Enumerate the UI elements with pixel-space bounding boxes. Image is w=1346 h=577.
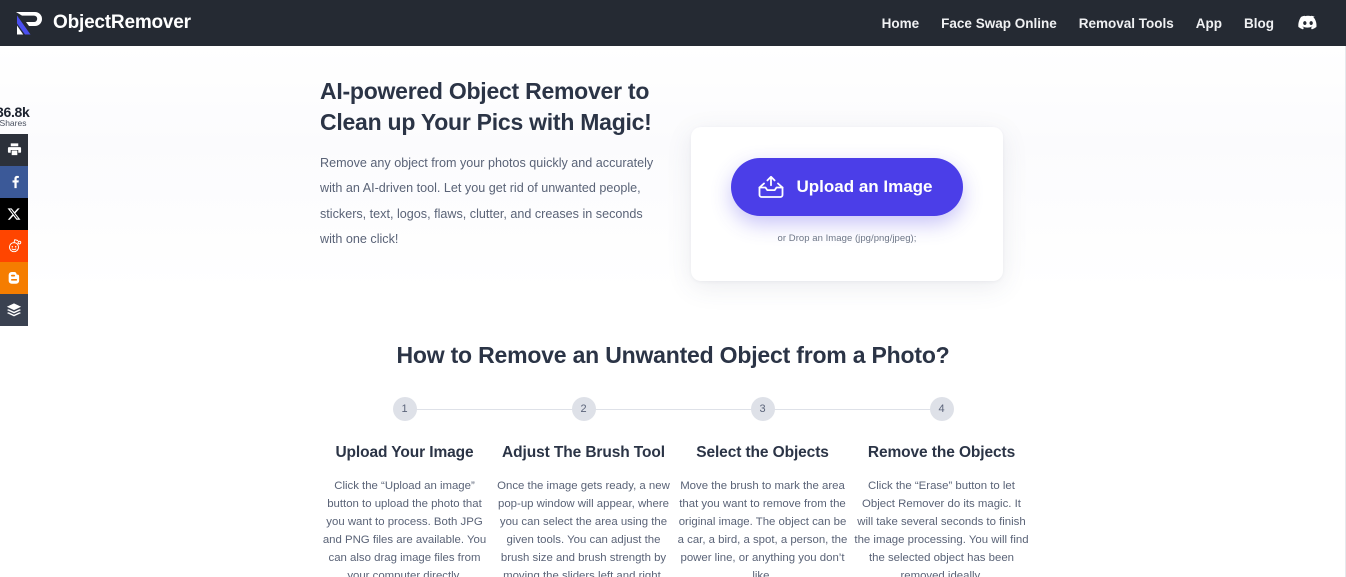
share-rail: 36.8k Shares [0, 105, 30, 326]
step-body-1: Click the “Upload an image” button to up… [322, 480, 487, 577]
site-header: ObjectRemover Home Face Swap Online Remo… [0, 0, 1346, 46]
step-head-3: Select the Objects [696, 444, 829, 461]
step-body-3: Move the brush to mark the area that you… [677, 480, 848, 577]
upload-card[interactable]: Upload an Image or Drop an Image (jpg/pn… [691, 127, 1003, 281]
nav-home[interactable]: Home [882, 16, 920, 31]
upload-button-label: Upload an Image [796, 177, 933, 196]
blogger-icon [6, 270, 22, 286]
stack-layers-icon [6, 302, 22, 318]
facebook-icon [7, 174, 22, 189]
hero-copy: AI-powered Object Remover to Clean up Yo… [320, 68, 665, 252]
discord-icon[interactable] [1298, 15, 1318, 31]
share-print[interactable] [0, 133, 28, 166]
share-count-label: Shares [0, 117, 27, 128]
main-nav: Home Face Swap Online Removal Tools App … [882, 15, 1318, 31]
brand-logo[interactable]: ObjectRemover [14, 9, 191, 37]
brand-name: ObjectRemover [53, 12, 191, 33]
share-more[interactable] [0, 293, 28, 326]
step-number-4: 4 [929, 397, 954, 421]
step-head-1: Upload Your Image [335, 444, 474, 461]
nav-removal-tools[interactable]: Removal Tools [1079, 16, 1174, 31]
upload-inbox-icon [757, 174, 785, 200]
page-title: AI-powered Object Remover to Clean up Yo… [320, 78, 652, 135]
step-body-4: Click the “Erase” button to let Object R… [854, 480, 1029, 577]
step-marker-1: 1 [315, 397, 584, 421]
step-body-2: Once the image gets ready, a new pop-up … [497, 480, 670, 577]
drop-hint-text: or Drop an Image (jpg/png/jpeg); [777, 233, 917, 244]
hero-subtitle: Remove any object from your photos quick… [320, 156, 654, 246]
share-reddit[interactable] [0, 229, 28, 262]
step-headings: Upload Your Image Adjust The Brush Tool … [315, 444, 1031, 462]
nav-face-swap-online[interactable]: Face Swap Online [941, 16, 1057, 31]
share-count: 36.8k Shares [0, 105, 30, 128]
step-head-4: Remove the Objects [867, 444, 1016, 461]
nav-app[interactable]: App [1196, 16, 1222, 31]
howto-title: How to Remove an Unwanted Object from a … [396, 342, 950, 368]
page-body: AI-powered Object Remover to Clean up Yo… [0, 46, 1346, 577]
step-markers: 1 2 3 4 [315, 396, 1031, 422]
share-buttons [0, 133, 28, 326]
steps-wrapper: 1 2 3 4 Upload Your Image Adjust The Bru… [315, 396, 1031, 577]
upload-an-image-button[interactable]: Upload an Image [731, 158, 963, 216]
reddit-icon [6, 238, 22, 254]
howto-section: How to Remove an Unwanted Object from a … [0, 342, 1346, 577]
share-blogger[interactable] [0, 261, 28, 294]
step-connector [583, 409, 763, 410]
nav-blog[interactable]: Blog [1244, 16, 1274, 31]
step-number-2: 2 [571, 397, 596, 421]
step-connector [762, 409, 942, 410]
step-descriptions: Click the “Upload an image” button to up… [315, 477, 1031, 577]
step-head-2: Adjust The Brush Tool [502, 444, 665, 461]
step-number-3: 3 [750, 397, 775, 421]
share-facebook[interactable] [0, 165, 28, 198]
step-connector [404, 409, 584, 410]
printer-icon [7, 142, 22, 157]
share-x[interactable] [0, 197, 28, 230]
objectremover-logo-icon [14, 9, 44, 37]
step-number-1: 1 [392, 397, 417, 421]
x-twitter-icon [7, 207, 21, 221]
